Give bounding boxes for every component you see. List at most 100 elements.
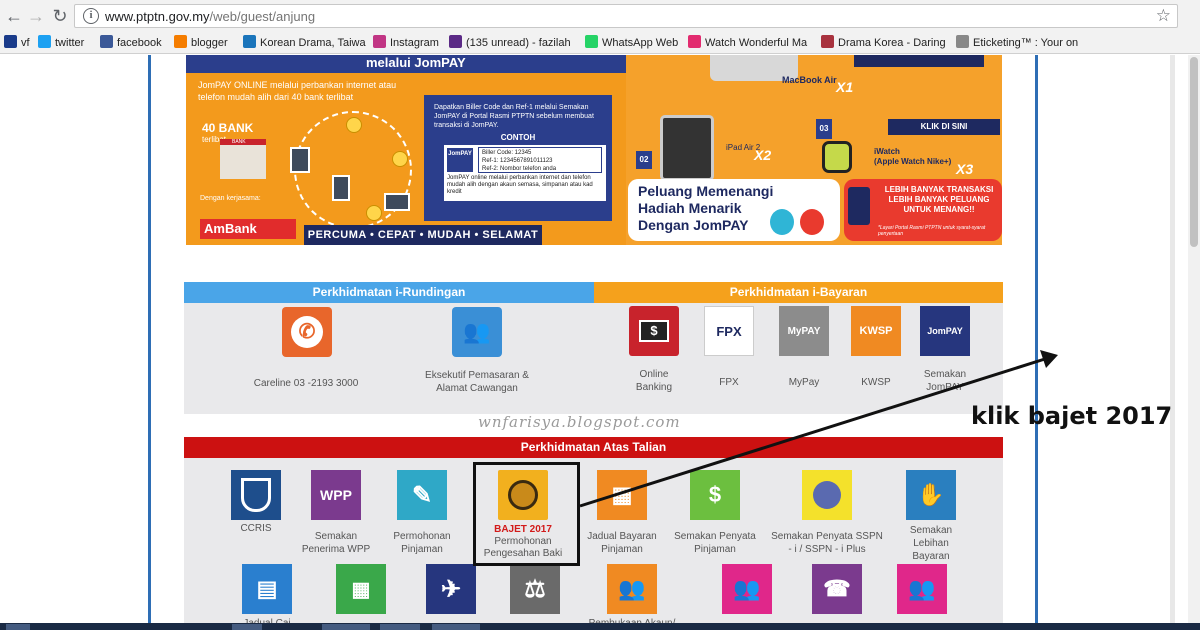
tile-airplane[interactable]: ✈ — [426, 564, 476, 624]
forward-icon[interactable]: → — [26, 6, 46, 26]
highlight-box — [473, 462, 580, 566]
iwatch-label: iWatch (Apple Watch Nike+) — [874, 147, 951, 167]
tile-jadual-caj[interactable]: ▤ Jadual Caj — [242, 564, 292, 629]
ccris-icon — [231, 470, 281, 520]
mypay-icon: MyPAY — [779, 306, 829, 356]
phone-icon: ✆ — [282, 307, 332, 357]
bookmark-item[interactable]: (135 unread) - fazilah — [449, 35, 579, 49]
bookmark-label: Instagram — [390, 37, 439, 49]
tile-pembukaan-akaun[interactable]: 👥 Pembukaan Akaun/ — [589, 564, 675, 629]
tile-sspn[interactable]: Semakan Penyata SSPN - i / SSPN - i Plus — [771, 470, 883, 560]
document-icon: ▤ — [242, 564, 292, 614]
jompay-icon: JomPAY — [920, 306, 970, 356]
partner-label: Dengan kerjasama: — [200, 195, 261, 202]
bookmark-item[interactable]: Watch Wonderful Ma — [688, 35, 814, 49]
bookmark-favicon-icon — [688, 35, 701, 48]
bookmark-item[interactable]: Korean Drama, Taiwa — [243, 35, 368, 49]
refund-icon: ✋ — [906, 470, 956, 520]
taskbar-item[interactable] — [6, 624, 30, 630]
tile-permohonan-pinjaman[interactable]: ✎ Permohonan Pinjaman — [393, 470, 451, 560]
tile-label-line: Semakan Penyata — [674, 531, 756, 542]
taskbar-item[interactable] — [432, 624, 480, 630]
phone-device-icon — [290, 147, 310, 173]
peluang-line-1: Peluang Memenangi — [638, 183, 774, 199]
tile-users[interactable]: 👥 — [722, 564, 772, 624]
panel-rundingan: ✆ Careline 03 -2193 3000 👥 Eksekutif Pem… — [184, 303, 594, 414]
bookmark-item[interactable]: Eticketing™ : Your onl — [956, 35, 1078, 49]
back-icon[interactable]: ← — [4, 6, 24, 26]
tile-semakan-wpp[interactable]: WPP Semakan Penerima WPP — [302, 470, 370, 560]
bookmark-item[interactable]: blogger — [174, 35, 240, 49]
bookmark-item[interactable]: WhatsApp Web — [585, 35, 681, 49]
bookmark-item[interactable]: twitter — [38, 35, 96, 49]
panel-talian: CCRIS WPP Semakan Penerima WPP ✎ Permohon… — [184, 458, 1003, 629]
info-icon[interactable]: i — [83, 8, 99, 24]
tile-label-line: Bayaran — [912, 551, 950, 562]
tile-mypay[interactable]: MyPAY MyPay — [779, 306, 829, 398]
tile-online-banking[interactable]: $ Online Banking — [629, 306, 679, 398]
tile-label-line: Semakan — [909, 525, 953, 536]
jompay-logo: JomPAY — [447, 148, 473, 172]
gift-icon — [800, 209, 824, 235]
iwatch-sub: (Apple Watch Nike+) — [874, 157, 952, 166]
tile-fpx[interactable]: FPX FPX — [704, 306, 754, 398]
tile-label: Online Banking — [614, 368, 694, 394]
taskbar-item[interactable] — [322, 624, 370, 630]
tile-support[interactable]: ☎ — [812, 564, 862, 624]
reload-icon[interactable]: ↻ — [50, 6, 70, 26]
address-bar[interactable]: i www.ptptn.gov.my/web/guest/anjung ☆ — [74, 4, 1178, 28]
tile-eksekutif[interactable]: 👥 Eksekutif Pemasaran & Alamat Cawangan — [425, 307, 529, 397]
fpx-icon: FPX — [704, 306, 754, 356]
taskbar-item[interactable] — [380, 624, 420, 630]
tile-semakan-penyata[interactable]: $ Semakan Penyata Pinjaman — [674, 470, 756, 560]
peluang-box: Peluang Memenangi Hadiah Menarik Dengan … — [628, 179, 840, 241]
url-text[interactable]: www.ptptn.gov.my/web/guest/anjung — [105, 9, 315, 24]
bookmark-favicon-icon — [174, 35, 187, 48]
taskbar — [0, 623, 1200, 630]
scroll-thumb[interactable] — [1190, 57, 1198, 247]
klik-di-sini-button[interactable]: KLIK DI SINI — [888, 119, 1000, 135]
tile-label-line: JomPAY — [926, 382, 964, 393]
tile-ccris[interactable]: CCRIS — [231, 470, 281, 550]
tile-semakan-jompay[interactable]: JomPAY Semakan JomPAY — [920, 306, 970, 398]
bookmark-item[interactable]: facebook — [100, 35, 170, 49]
biller-info-text: Dapatkan Biller Code dan Ref-1 melalui S… — [434, 104, 594, 129]
bookmark-favicon-icon — [373, 35, 386, 48]
people-icon: 👥 — [452, 307, 502, 357]
tile-label-line: Pinjaman — [401, 544, 443, 555]
laptop-device-icon — [384, 193, 410, 211]
lebih-small: *Layari Portal Rasmi PTPTN untuk syarat-… — [878, 225, 986, 237]
jompay-banner[interactable]: melalui JomPAY JomPAY ONLINE melalui per… — [186, 55, 1002, 245]
bookmark-item[interactable]: Instagram — [373, 35, 443, 49]
ref2: Ref-2: Nombor telefon anda — [482, 166, 557, 172]
bookmark-item[interactable]: vf — [4, 35, 34, 49]
tile-jadual-bayaran[interactable]: ▦ Jadual Bayaran Pinjaman — [587, 470, 657, 560]
tile-semakan-lebihan[interactable]: ✋ Semakan Lebihan Bayaran — [906, 470, 956, 570]
taskbar-item[interactable] — [232, 624, 262, 630]
tile-calendar-money[interactable]: ▦ — [336, 564, 386, 624]
shield-glyph — [241, 478, 271, 512]
scrollbar[interactable] — [1188, 55, 1200, 623]
bookmark-label: facebook — [117, 37, 162, 49]
tablet-device-icon — [332, 175, 350, 201]
tile-group[interactable]: 👥 — [897, 564, 947, 624]
star-icon[interactable]: ☆ — [1156, 6, 1171, 26]
tile-label-line: Pinjaman — [694, 544, 736, 555]
sspn-icon — [802, 470, 852, 520]
tile-kwsp[interactable]: KWSP KWSP — [851, 306, 901, 398]
prize-badge-03: 03 — [816, 119, 832, 139]
bookmark-item[interactable]: Drama Korea - Daring — [821, 35, 949, 49]
annotation-text: klik bajet 2017 — [971, 402, 1173, 430]
kwsp-icon: KWSP — [851, 306, 901, 356]
tile-label-line: Penerima WPP — [301, 544, 371, 555]
browser-toolbar: ← → ↻ i www.ptptn.gov.my/web/guest/anjun… — [0, 0, 1200, 32]
bookmark-favicon-icon — [956, 35, 969, 48]
sspn-glyph — [813, 481, 841, 509]
tile-label-line: Semakan — [923, 369, 967, 380]
tile-scales[interactable]: ⚖ — [510, 564, 560, 624]
coin-icon — [366, 205, 382, 221]
tile-careline[interactable]: ✆ Careline 03 -2193 3000 — [254, 307, 358, 397]
users-icon: 👥 — [722, 564, 772, 614]
bookmark-label: blogger — [191, 37, 228, 49]
bookmarks-bar: vf twitter facebook blogger Korean Drama, Ta… — [0, 32, 1200, 54]
